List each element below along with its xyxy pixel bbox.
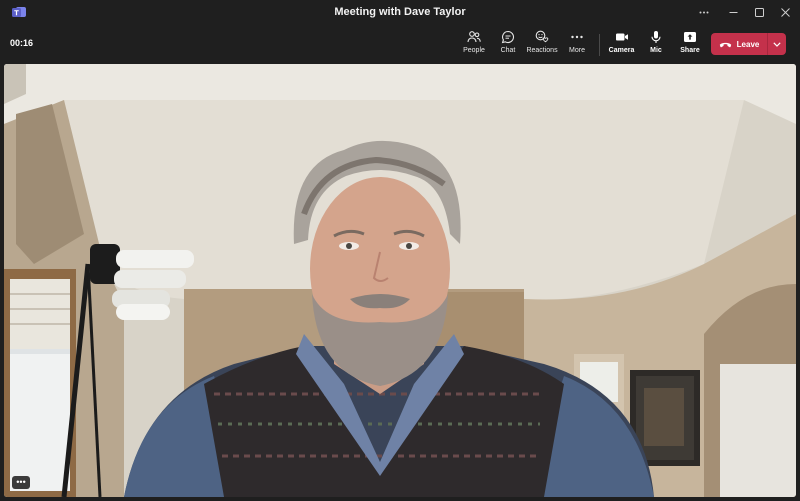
toolbar-divider [599, 34, 600, 56]
camera-label: Camera [608, 47, 635, 54]
minimize-icon[interactable] [722, 3, 744, 21]
leave-label: Leave [736, 39, 760, 49]
mic-button[interactable]: Mic [645, 30, 667, 58]
reactions-label: Reactions [526, 47, 558, 54]
video-frame-image [4, 64, 796, 497]
leave-button[interactable]: Leave [711, 33, 767, 55]
maximize-icon[interactable] [748, 3, 770, 21]
hang-up-icon [719, 42, 731, 48]
leave-options-button[interactable] [767, 33, 786, 55]
reactions-icon [535, 30, 549, 43]
share-button[interactable]: Share [679, 30, 701, 58]
share-icon [684, 32, 696, 42]
mic-icon [651, 31, 661, 43]
video-more-options-button[interactable]: ••• [12, 476, 30, 489]
meeting-timer: 00:16 [10, 38, 34, 48]
title-bar: Meeting with Dave Taylor [0, 0, 800, 24]
window-more-icon[interactable] [693, 3, 715, 21]
close-icon[interactable] [774, 3, 796, 21]
people-icon [467, 31, 481, 43]
window-title: Meeting with Dave Taylor [334, 6, 466, 18]
leave-group: Leave [711, 33, 786, 55]
chat-button[interactable]: Chat [497, 30, 519, 58]
participant-video: ••• [4, 64, 796, 497]
more-icon [571, 35, 583, 39]
more-label: More [569, 47, 585, 54]
reactions-button[interactable]: Reactions [526, 30, 558, 58]
more-button[interactable]: More [566, 30, 588, 58]
chevron-down-icon [773, 41, 781, 47]
camera-button[interactable]: Camera [608, 30, 635, 58]
meeting-toolbar: 00:16 People Chat Reactions More Camera … [0, 24, 800, 62]
people-label: People [463, 47, 485, 54]
share-label: Share [680, 47, 700, 54]
camera-icon [615, 33, 628, 41]
chat-label: Chat [500, 47, 516, 54]
people-button[interactable]: People [462, 30, 486, 58]
mic-label: Mic [650, 47, 662, 54]
chat-icon [501, 30, 515, 44]
